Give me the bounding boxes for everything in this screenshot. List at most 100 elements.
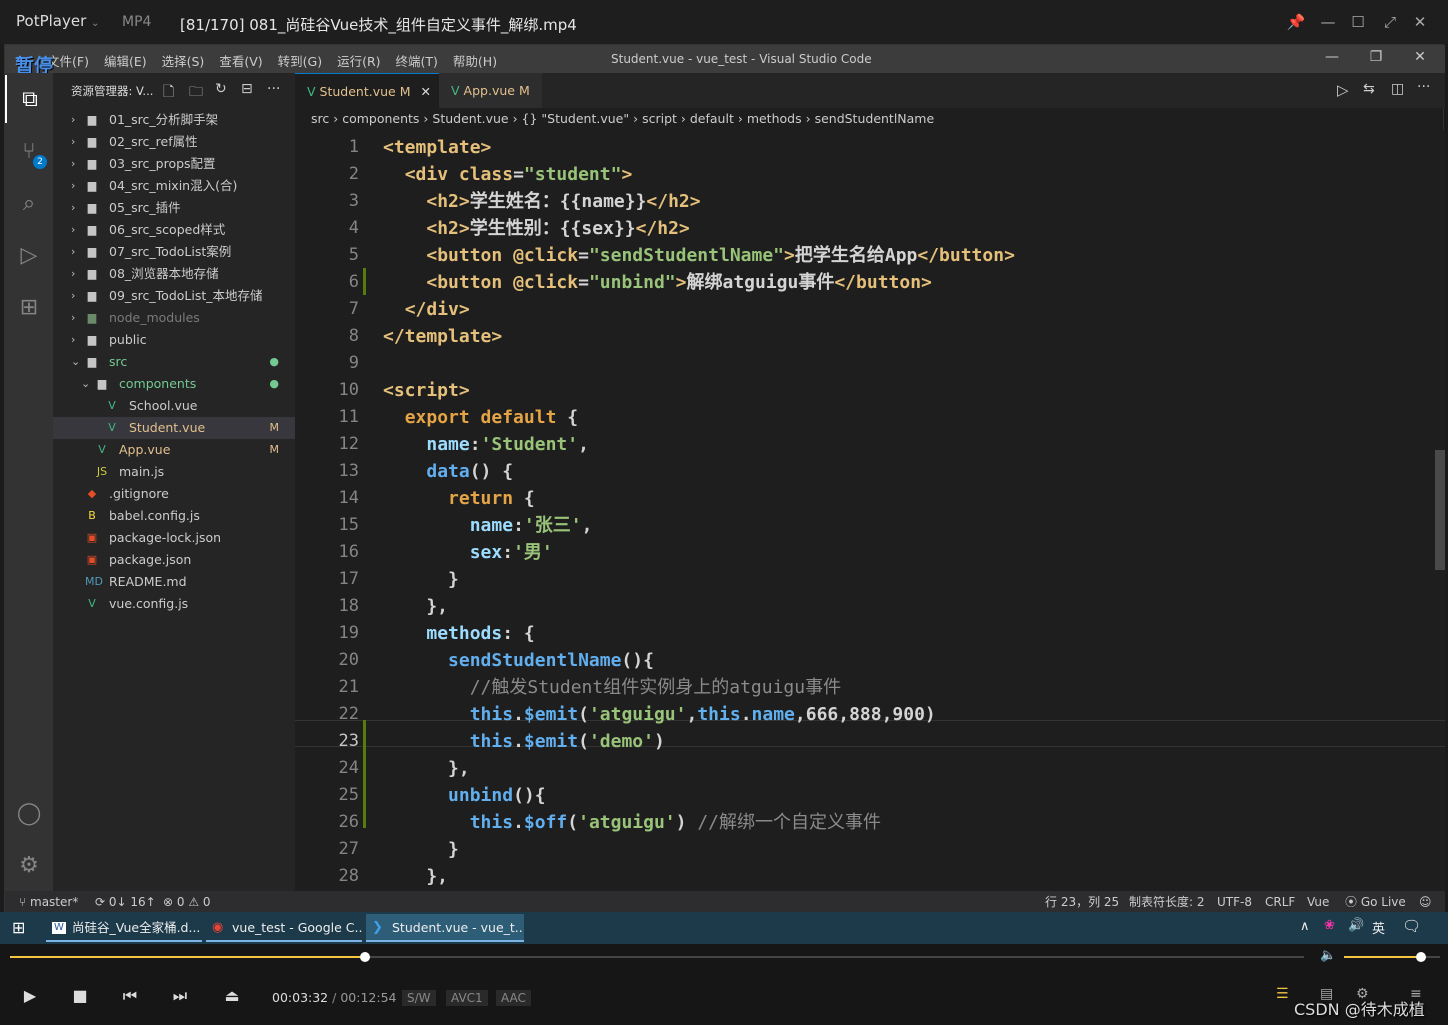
branch-indicator[interactable]: ⑂ master*	[19, 891, 78, 913]
notification-icon[interactable]: 🗨	[1402, 917, 1421, 935]
search-icon[interactable]: ⌕	[5, 179, 53, 227]
playlist-icon[interactable]: ☰	[1276, 986, 1289, 1002]
run-icon[interactable]: ▷	[1337, 81, 1349, 99]
tree-item[interactable]: › ▆ 03_src_props配置	[53, 153, 295, 175]
tree-item[interactable]: › ▆ 09_src_TodoList_本地存储	[53, 285, 295, 307]
feedback-icon[interactable]: ☺	[1419, 891, 1432, 913]
tree-item[interactable]: › ▆ 08_浏览器本地存储	[53, 263, 295, 285]
menu-item[interactable]: 查看(V)	[219, 51, 262, 70]
eol[interactable]: CRLF	[1265, 891, 1295, 913]
menu-item[interactable]: 转到(G)	[278, 51, 322, 70]
settings-gear-icon[interactable]: ⚙	[5, 841, 53, 889]
breadcrumb-item[interactable]: sendStudentlName	[815, 111, 935, 126]
source-control-icon[interactable]: ⑂ 2	[5, 127, 53, 175]
tab-app-vue[interactable]: V App.vue M	[439, 73, 542, 108]
more-actions-icon[interactable]: ···	[267, 81, 280, 97]
tab-student-vue[interactable]: V Student.vue M ✕	[295, 73, 443, 108]
refresh-icon[interactable]: ↻	[215, 81, 227, 97]
tree-item[interactable]: › ▆ 07_src_TodoList案例	[53, 241, 295, 263]
tree-item[interactable]: › ▆ public	[53, 329, 295, 351]
tree-item[interactable]: ▣ package-lock.json	[53, 527, 295, 549]
go-live-button[interactable]: ⦿ Go Live	[1345, 891, 1406, 913]
tree-item[interactable]: Bbabel.config.js	[53, 505, 295, 527]
encoding[interactable]: UTF-8	[1217, 891, 1252, 913]
tree-item[interactable]: › ▆ node_modules	[53, 307, 295, 329]
eject-button[interactable]: ⏏	[220, 984, 244, 1008]
windows-start-icon[interactable]: ⊞	[12, 918, 25, 937]
tray-app-icon[interactable]: ❀	[1324, 918, 1335, 933]
breadcrumb-item[interactable]: src	[311, 111, 329, 126]
breadcrumb-item[interactable]: script	[642, 111, 677, 126]
problems-indicator[interactable]: ⊗ 0 ⚠ 0	[163, 891, 211, 913]
account-icon[interactable]: ◯	[5, 789, 53, 837]
breadcrumb-item[interactable]: methods	[747, 111, 802, 126]
scrollbar-thumb[interactable]	[1435, 450, 1445, 570]
close-tab-icon[interactable]: ✕	[421, 84, 431, 99]
tree-item[interactable]: ⌄ ▆ src ●	[53, 351, 295, 373]
vs-minimize-button[interactable]: —	[1321, 49, 1343, 69]
menu-item[interactable]: 终端(T)	[396, 51, 438, 70]
vs-close-button[interactable]: ✕	[1409, 49, 1431, 69]
menu-item[interactable]: 运行(R)	[337, 51, 380, 70]
sync-indicator[interactable]: ⟳ 0↓ 16↑	[95, 891, 156, 913]
breadcrumb-item[interactable]: {} "Student.vue"	[522, 111, 630, 126]
tree-item[interactable]: Vvue.config.js	[53, 593, 295, 615]
fullscreen-button[interactable]: ⤢	[1378, 10, 1402, 34]
tree-item[interactable]: ⌄ ▆ components ●	[53, 373, 295, 395]
explorer-icon[interactable]: ⧉	[5, 75, 53, 123]
previous-button[interactable]: ⏮	[118, 984, 142, 1008]
tree-item[interactable]: JS main.js	[53, 461, 295, 483]
breadcrumb-item[interactable]: components	[342, 111, 419, 126]
taskbar-vscode[interactable]: ❯ Student.vue - vue_t...	[366, 914, 524, 942]
tree-item[interactable]: › ▆ 04_src_mixin混入(合)	[53, 175, 295, 197]
menu-item[interactable]: 帮助(H)	[453, 51, 497, 70]
maximize-button[interactable]: ☐	[1346, 10, 1370, 34]
seek-track[interactable]	[10, 952, 1304, 962]
vs-restore-button[interactable]: ❐	[1365, 49, 1387, 69]
editor-more-icon[interactable]: ···	[1417, 79, 1430, 95]
tray-chevron-icon[interactable]: ∧	[1300, 919, 1310, 934]
split-editor-icon[interactable]: ◫	[1391, 81, 1404, 97]
tree-item[interactable]: V School.vue	[53, 395, 295, 417]
seek-handle[interactable]	[359, 952, 370, 962]
stop-button[interactable]: ■	[68, 984, 92, 1008]
volume-handle[interactable]	[1415, 952, 1426, 962]
tree-item[interactable]: › ▆ 02_src_ref属性	[53, 131, 295, 153]
player-brand-menu[interactable]: PotPlayer ⌄	[16, 12, 99, 30]
language-mode[interactable]: Vue	[1307, 891, 1329, 913]
cursor-position[interactable]: 行 23，列 25	[1045, 891, 1119, 913]
breadcrumb-item[interactable]: Student.vue	[432, 111, 508, 126]
volume-icon[interactable]: 🔈	[1320, 948, 1336, 963]
tree-item[interactable]: › ▆ 01_src_分析脚手架	[53, 109, 295, 131]
tree-item[interactable]: V App.vue M	[53, 439, 295, 461]
tree-item[interactable]: MD README.md	[53, 571, 295, 593]
tree-item[interactable]: › ▆ 06_src_scoped样式	[53, 219, 295, 241]
tree-item[interactable]: ▣ package.json	[53, 549, 295, 571]
collapse-all-icon[interactable]: ⊟	[241, 81, 253, 97]
menu-item[interactable]: 编辑(E)	[104, 51, 147, 70]
new-folder-icon[interactable]: 🗀	[189, 81, 203, 105]
volume-track[interactable]	[1344, 952, 1440, 962]
breadcrumb-item[interactable]: default	[690, 111, 734, 126]
ime-indicator[interactable]: 英	[1372, 918, 1385, 937]
extensions-icon[interactable]: ⊞	[5, 283, 53, 331]
taskbar-word[interactable]: W 尚硅谷_Vue全家桶.d...	[46, 914, 202, 942]
close-button[interactable]: ✕	[1408, 10, 1432, 34]
play-button[interactable]: ▶	[18, 984, 42, 1008]
windows-taskbar: ⊞ W 尚硅谷_Vue全家桶.d... ◉ vue_test - Google C.…	[0, 912, 1448, 944]
tab-size[interactable]: 制表符长度: 2	[1129, 891, 1205, 913]
tree-item[interactable]: ◆ .gitignore	[53, 483, 295, 505]
menu-item[interactable]: 选择(S)	[162, 51, 205, 70]
taskbar-chrome[interactable]: ◉ vue_test - Google C...	[206, 914, 362, 942]
run-debug-icon[interactable]: ▷	[5, 231, 53, 279]
tree-item[interactable]: V Student.vue M	[53, 417, 295, 439]
next-button[interactable]: ⏭	[168, 984, 192, 1008]
tree-item[interactable]: › ▆ 05_src_插件	[53, 197, 295, 219]
menu-item[interactable]: 文件(F)	[47, 51, 89, 70]
minimize-button[interactable]: —	[1316, 10, 1340, 34]
open-changes-icon[interactable]: ⇆	[1363, 81, 1375, 97]
new-file-icon[interactable]: 🗋	[163, 81, 174, 105]
code-editor[interactable]: 1 <template> 2 <div class="student"> 3 <h2>…	[295, 130, 1445, 891]
volume-tray-icon[interactable]: 🔊	[1348, 918, 1364, 933]
pin-icon[interactable]: 📌	[1284, 10, 1308, 34]
